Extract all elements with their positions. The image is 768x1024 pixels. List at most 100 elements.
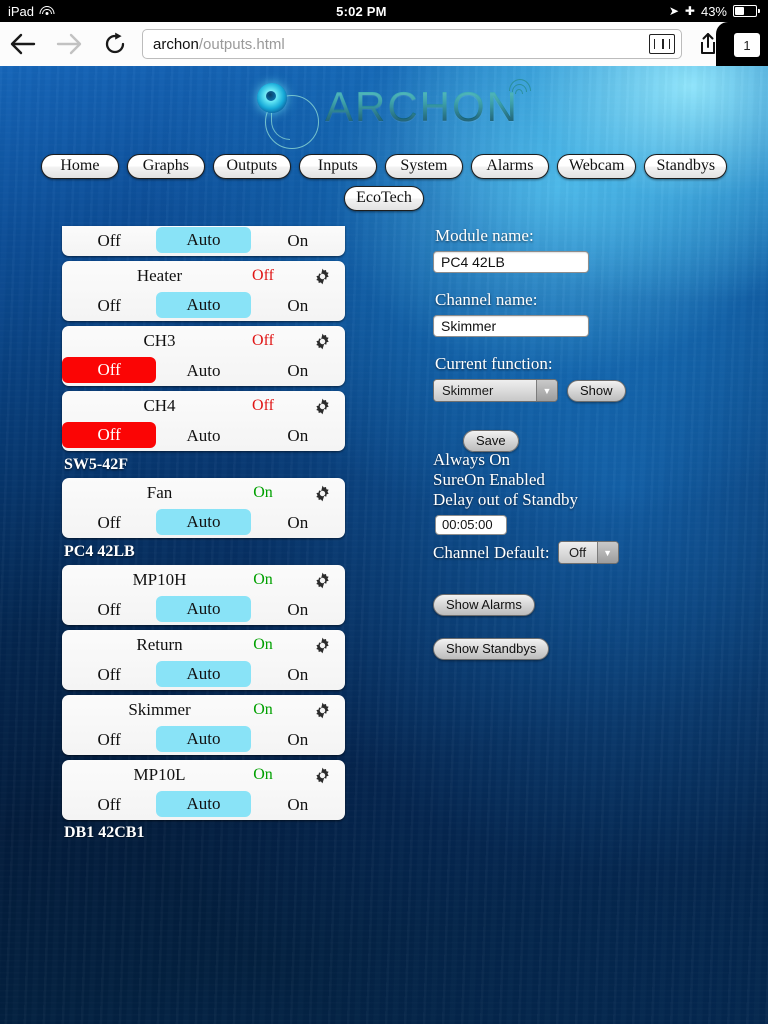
output-card-header: CH4 Off xyxy=(62,391,345,421)
mode-off-button[interactable]: Off xyxy=(62,790,156,820)
mode-off-button[interactable]: Off xyxy=(62,422,157,448)
mode-on-button[interactable]: On xyxy=(251,421,345,451)
mode-on-button[interactable]: On xyxy=(251,291,345,321)
channel-name-input[interactable]: Skimmer xyxy=(433,315,589,337)
mode-auto-button[interactable]: Auto xyxy=(156,661,251,687)
ipad-safari-screenshot: iPad 5:02 PM ➤ ✚ 43% archon/outputs.html xyxy=(0,0,768,1024)
archon-logo-mark xyxy=(257,83,321,149)
delay-out-of-standby-input[interactable]: 00:05:00 xyxy=(435,515,507,535)
show-button[interactable]: Show xyxy=(567,379,626,402)
output-state: On xyxy=(253,701,273,718)
nav-item-inputs[interactable]: Inputs xyxy=(298,154,377,179)
nav-item-webcam[interactable]: Webcam xyxy=(556,154,637,179)
nav-item-home[interactable]: Home xyxy=(40,154,119,179)
browser-toolbar: archon/outputs.html 1 xyxy=(0,22,768,67)
output-state: On xyxy=(253,484,273,501)
panel-actions: Show Alarms Show Standbys xyxy=(433,594,723,682)
mode-off-button[interactable]: Off xyxy=(62,595,156,625)
gear-icon[interactable] xyxy=(301,485,343,502)
address-bar[interactable]: archon/outputs.html xyxy=(142,29,682,59)
mode-auto-button[interactable]: Auto xyxy=(156,791,251,817)
status-bar-clock: 5:02 PM xyxy=(336,3,387,19)
mode-auto-button[interactable]: Auto xyxy=(156,421,250,451)
module-name-input[interactable]: PC4 42LB xyxy=(433,251,589,273)
nav-item-graphs[interactable]: Graphs xyxy=(126,154,205,179)
logo-wordmark: ARCHON xyxy=(325,83,520,130)
nav-item-outputs[interactable]: Outputs xyxy=(212,154,291,179)
output-card-clipped: Off Auto On xyxy=(62,226,345,256)
location-arrow-icon: ➤ xyxy=(668,4,679,18)
mode-on-button[interactable]: On xyxy=(251,508,345,538)
chevron-down-icon: ▼ xyxy=(536,380,557,401)
nav-item-standbys[interactable]: Standbys xyxy=(644,154,728,179)
channel-default-select[interactable]: Off ▼ xyxy=(557,541,619,564)
mode-off-button[interactable]: Off xyxy=(62,357,157,383)
output-state: On xyxy=(253,636,273,653)
site-header: ARCHON xyxy=(0,66,768,154)
nav-item-alarms[interactable]: Alarms xyxy=(470,154,549,179)
back-arrow-icon[interactable] xyxy=(0,22,46,66)
gear-icon[interactable] xyxy=(301,767,343,784)
gear-icon[interactable] xyxy=(301,572,343,589)
output-state: On xyxy=(253,571,273,588)
forward-arrow-icon[interactable] xyxy=(46,22,92,66)
mode-auto-button[interactable]: Auto xyxy=(156,509,251,535)
reload-icon[interactable] xyxy=(92,22,138,66)
mode-off-button[interactable]: Off xyxy=(62,725,156,755)
mode-on-button[interactable]: On xyxy=(251,660,345,690)
output-name: Heater xyxy=(136,266,183,285)
output-name: Skimmer xyxy=(128,700,191,719)
output-card-return: Return On Off Auto On xyxy=(62,630,345,690)
delay-out-of-standby-label: Delay out of Standby xyxy=(433,490,578,509)
mode-on-button[interactable]: On xyxy=(251,226,345,256)
output-group-header: PC4 42LB xyxy=(64,543,135,560)
output-name: Return xyxy=(136,635,183,654)
mode-off-button[interactable]: Off xyxy=(62,226,156,256)
mode-off-button[interactable]: Off xyxy=(62,508,156,538)
show-alarms-button[interactable]: Show Alarms xyxy=(433,594,535,616)
carrier-label: iPad xyxy=(8,3,35,19)
mode-on-button[interactable]: On xyxy=(251,790,345,820)
mode-on-button[interactable]: On xyxy=(251,356,345,386)
mode-on-button[interactable]: On xyxy=(251,725,345,755)
mode-auto-button[interactable]: Auto xyxy=(156,356,250,386)
mode-auto-button[interactable]: Auto xyxy=(156,596,251,622)
output-group: PC4 42LB MP10H On Off Auto On Return On … xyxy=(62,543,407,820)
mode-off-button[interactable]: Off xyxy=(62,291,156,321)
output-state: On xyxy=(253,766,273,783)
output-name: CH4 xyxy=(143,396,176,415)
gear-icon[interactable] xyxy=(301,398,343,415)
mode-auto-button[interactable]: Auto xyxy=(156,292,251,318)
output-name: CH3 xyxy=(143,331,176,350)
share-icon[interactable] xyxy=(688,22,728,66)
gear-icon[interactable] xyxy=(301,333,343,350)
main-nav-row-2: EcoTech xyxy=(0,186,768,211)
tab-count-button[interactable]: 1 xyxy=(734,33,760,57)
nav-item-ecotech[interactable]: EcoTech xyxy=(344,186,424,211)
sureon-text: SureOn Enabled xyxy=(433,470,545,489)
main-columns: Off Auto On Heater Off Off Auto On CH3 O… xyxy=(0,211,768,838)
gear-icon[interactable] xyxy=(301,268,343,285)
channel-name-label: Channel name: xyxy=(435,290,538,309)
gear-icon[interactable] xyxy=(301,702,343,719)
gear-icon[interactable] xyxy=(301,637,343,654)
module-name-label: Module name: xyxy=(435,226,534,245)
output-name: Fan xyxy=(146,483,173,502)
output-card-mp10h: MP10H On Off Auto On xyxy=(62,565,345,625)
mode-auto-button[interactable]: Auto xyxy=(156,726,251,752)
url-host: archon xyxy=(153,35,199,53)
nav-item-system[interactable]: System xyxy=(384,154,463,179)
output-state: Off xyxy=(252,267,274,284)
url-path: /outputs.html xyxy=(198,35,285,53)
reader-view-icon[interactable] xyxy=(649,34,675,54)
current-function-select[interactable]: Skimmer ▼ xyxy=(433,379,558,402)
show-standbys-button[interactable]: Show Standbys xyxy=(433,638,550,660)
output-card-header: Skimmer On xyxy=(62,695,345,725)
mode-off-button[interactable]: Off xyxy=(62,660,156,690)
output-group: Off Auto On Heater Off Off Auto On CH3 O… xyxy=(62,226,407,451)
mode-on-button[interactable]: On xyxy=(251,595,345,625)
channel-detail-panel: Module name: PC4 42LB Channel name: Skim… xyxy=(433,226,723,682)
mode-auto-button[interactable]: Auto xyxy=(156,227,251,253)
save-button[interactable]: Save xyxy=(463,430,519,452)
mode-segment-group: Off Auto On xyxy=(62,595,345,625)
